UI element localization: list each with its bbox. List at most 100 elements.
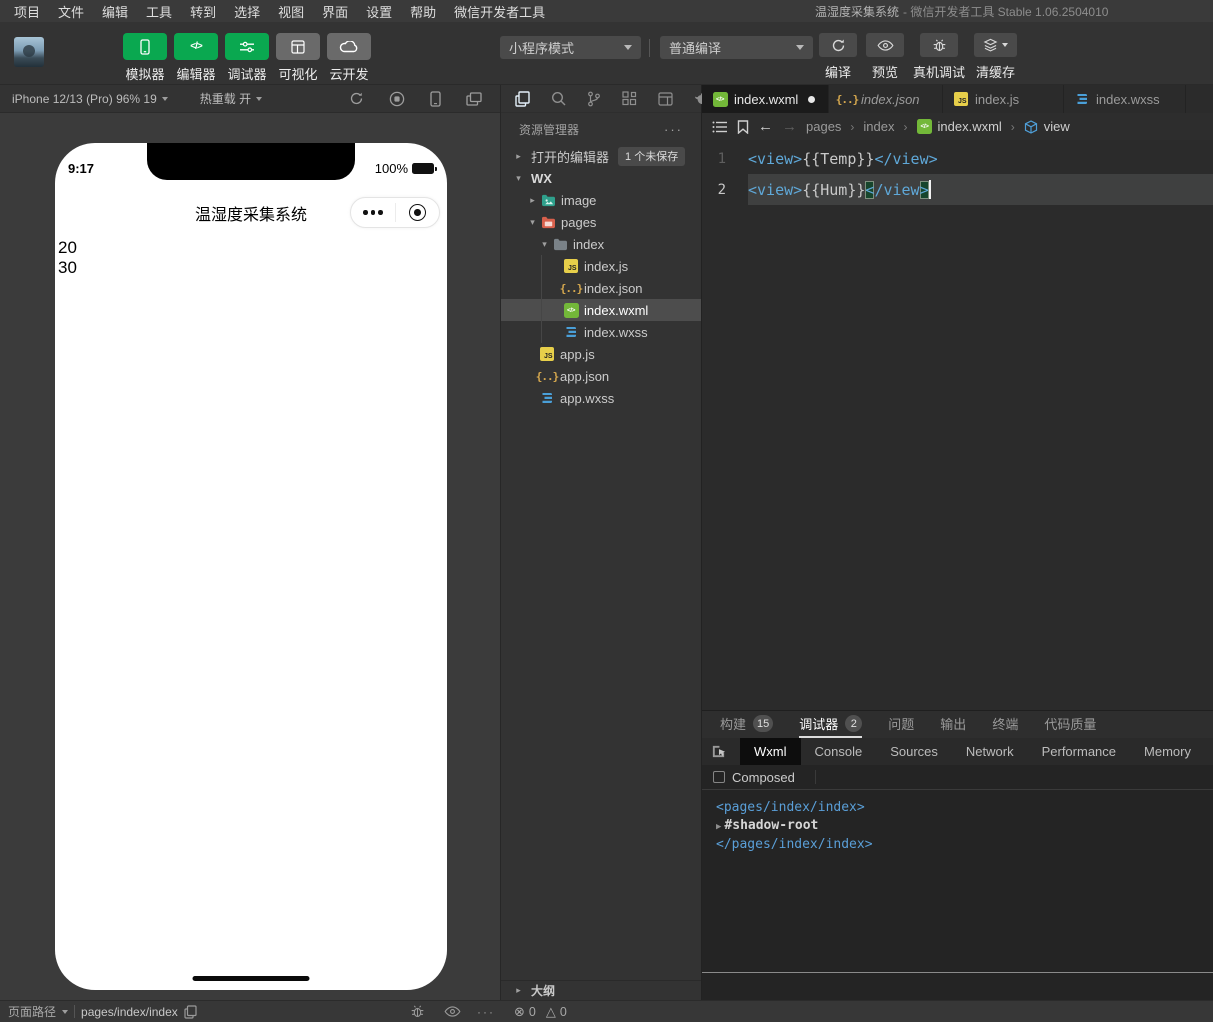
avatar[interactable] — [14, 37, 44, 67]
tab-problems[interactable]: 问题 — [888, 711, 914, 738]
remote-debug-button[interactable]: 真机调试 — [913, 33, 965, 81]
tree-folder-index[interactable]: ▾ index — [501, 233, 701, 255]
breadcrumb-file[interactable]: index.wxml — [938, 119, 1002, 134]
tree-folder-pages[interactable]: ▾ pages — [501, 211, 701, 233]
problems-indicator[interactable]: ⊗ 0 △ 0 — [514, 1001, 567, 1022]
debugger-button[interactable]: 调试器 — [224, 33, 270, 83]
menu-select[interactable]: 选择 — [225, 2, 269, 21]
cloud-icon — [339, 40, 359, 53]
tab-build[interactable]: 构建 15 — [720, 711, 774, 738]
wxss-file-icon — [563, 325, 579, 340]
chevron-down-icon — [256, 96, 263, 101]
clear-cache-button[interactable]: 清缓存 — [974, 33, 1018, 81]
eye-icon[interactable] — [444, 1006, 461, 1017]
devtools-tab-wxml[interactable]: Wxml — [740, 738, 801, 765]
tree-file-index-wxml[interactable]: </> index.wxml — [501, 299, 701, 321]
tree-file-app-json[interactable]: {..} app.json — [501, 365, 701, 387]
compile-mode-dropdown[interactable]: 普通编译 — [660, 36, 813, 59]
more-icon[interactable]: ··· — [477, 1001, 495, 1022]
tree-file-index-js[interactable]: JS index.js — [501, 255, 701, 277]
panel-resize-handle[interactable] — [702, 972, 1213, 973]
hot-reload-toggle[interactable]: 热重载 开 — [200, 90, 263, 107]
tab-code-quality[interactable]: 代码质量 — [1044, 711, 1096, 738]
more-button[interactable] — [351, 210, 395, 215]
outline-section[interactable]: ▸ 大纲 — [501, 980, 701, 1000]
nav-back-icon[interactable]: ← — [758, 118, 773, 135]
tab-terminal[interactable]: 终端 — [992, 711, 1018, 738]
devtools-tab-performance[interactable]: Performance — [1028, 738, 1130, 765]
mode-dropdown[interactable]: 小程序模式 — [500, 36, 641, 59]
tab-output[interactable]: 输出 — [940, 711, 966, 738]
phone-icon — [140, 38, 150, 55]
widgets-icon[interactable] — [622, 91, 637, 106]
tree-file-app-js[interactable]: JS app.js — [501, 343, 701, 365]
error-count: 0 — [528, 1004, 536, 1019]
tab-index-js[interactable]: JS index.js — [943, 85, 1064, 113]
more-actions-icon[interactable]: ··· — [664, 122, 683, 137]
cloud-dev-button[interactable]: 云开发 — [326, 33, 372, 83]
folder-pages-icon — [540, 215, 556, 230]
git-branch-icon[interactable] — [587, 91, 601, 107]
tab-index-json[interactable]: {..} index.json — [829, 85, 943, 113]
outline-list-icon[interactable] — [712, 121, 728, 133]
devtools-tab-memory[interactable]: Memory — [1130, 738, 1205, 765]
panel-layout-icon[interactable] — [658, 91, 673, 106]
visualize-button[interactable]: 可视化 — [275, 33, 321, 83]
code-editor[interactable]: 1 <view> {{Temp}} </view> 2 <view> {{Hum}} <… — [702, 140, 1213, 205]
menu-tools[interactable]: 工具 — [137, 2, 181, 21]
bug-icon — [932, 38, 947, 53]
device-frame-icon[interactable] — [430, 90, 441, 107]
tree-folder-image[interactable]: ▸ image — [501, 189, 701, 211]
menu-devtools[interactable]: 微信开发者工具 — [445, 2, 554, 21]
menu-goto[interactable]: 转到 — [181, 2, 225, 21]
search-icon[interactable] — [551, 91, 566, 106]
menu-interface[interactable]: 界面 — [313, 2, 357, 21]
tree-file-app-wxss[interactable]: app.wxss — [501, 387, 701, 409]
open-editors-section[interactable]: ▸ 打开的编辑器 1 个未保存 — [501, 145, 701, 167]
page-content: 20 30 — [58, 238, 77, 278]
multi-window-icon[interactable] — [466, 91, 482, 107]
record-icon[interactable] — [389, 91, 405, 107]
breadcrumb-node[interactable]: view — [1044, 119, 1070, 134]
menu-help[interactable]: 帮助 — [401, 2, 445, 21]
device-selector[interactable]: iPhone 12/13 (Pro) 96% 19 — [12, 92, 168, 106]
bug-icon[interactable] — [410, 1004, 425, 1019]
menu-edit[interactable]: 编辑 — [93, 2, 137, 21]
breadcrumb-index[interactable]: index — [863, 119, 894, 134]
menu-settings[interactable]: 设置 — [357, 2, 401, 21]
copy-icon[interactable] — [184, 1004, 197, 1019]
composed-checkbox[interactable] — [713, 771, 725, 783]
rotate-icon[interactable] — [349, 91, 364, 107]
inspect-icon[interactable] — [711, 744, 726, 759]
dom-open-tag[interactable]: <pages/index/index> — [716, 799, 1213, 817]
devtools-tab-appdata[interactable]: AppData — [1205, 738, 1213, 765]
editor-button[interactable]: </> 编辑器 — [173, 33, 219, 83]
devtools-tab-network[interactable]: Network — [952, 738, 1028, 765]
chevron-down-icon — [1002, 43, 1009, 47]
files-icon[interactable] — [515, 90, 530, 107]
devtools-tab-sources[interactable]: Sources — [876, 738, 952, 765]
menu-view[interactable]: 视图 — [269, 2, 313, 21]
compile-button[interactable]: 编译 — [819, 33, 857, 81]
close-capsule-button[interactable] — [396, 204, 440, 221]
view-mode-buttons: 模拟器 </> 编辑器 调试器 可视化 云开发 — [122, 33, 372, 83]
dom-close-tag[interactable]: </pages/index/index> — [716, 836, 1213, 854]
preview-button[interactable]: 预览 — [866, 33, 904, 81]
dom-shadow-root[interactable]: ▶ #shadow-root — [716, 817, 1213, 837]
breadcrumb-pages[interactable]: pages — [806, 119, 841, 134]
menu-project[interactable]: 项目 — [0, 2, 49, 21]
battery-indicator: 100% — [375, 161, 437, 176]
tree-file-index-json[interactable]: {..} index.json — [501, 277, 701, 299]
nav-forward-icon[interactable]: → — [782, 118, 797, 135]
simulator-button[interactable]: 模拟器 — [122, 33, 168, 83]
tree-file-index-wxss[interactable]: index.wxss — [501, 321, 701, 343]
devtools-tab-console[interactable]: Console — [801, 738, 877, 765]
tab-debugger[interactable]: 调试器 2 — [799, 711, 863, 738]
tree-root-wx[interactable]: ▾ WX — [501, 167, 701, 189]
warning-icon: △ — [545, 1003, 556, 1019]
tab-index-wxml[interactable]: </> index.wxml — [702, 85, 829, 113]
tab-index-wxss[interactable]: index.wxss — [1064, 85, 1186, 113]
page-path-label[interactable]: 页面路径 — [8, 1003, 56, 1020]
bookmark-icon[interactable] — [737, 119, 749, 134]
menu-file[interactable]: 文件 — [49, 2, 93, 21]
